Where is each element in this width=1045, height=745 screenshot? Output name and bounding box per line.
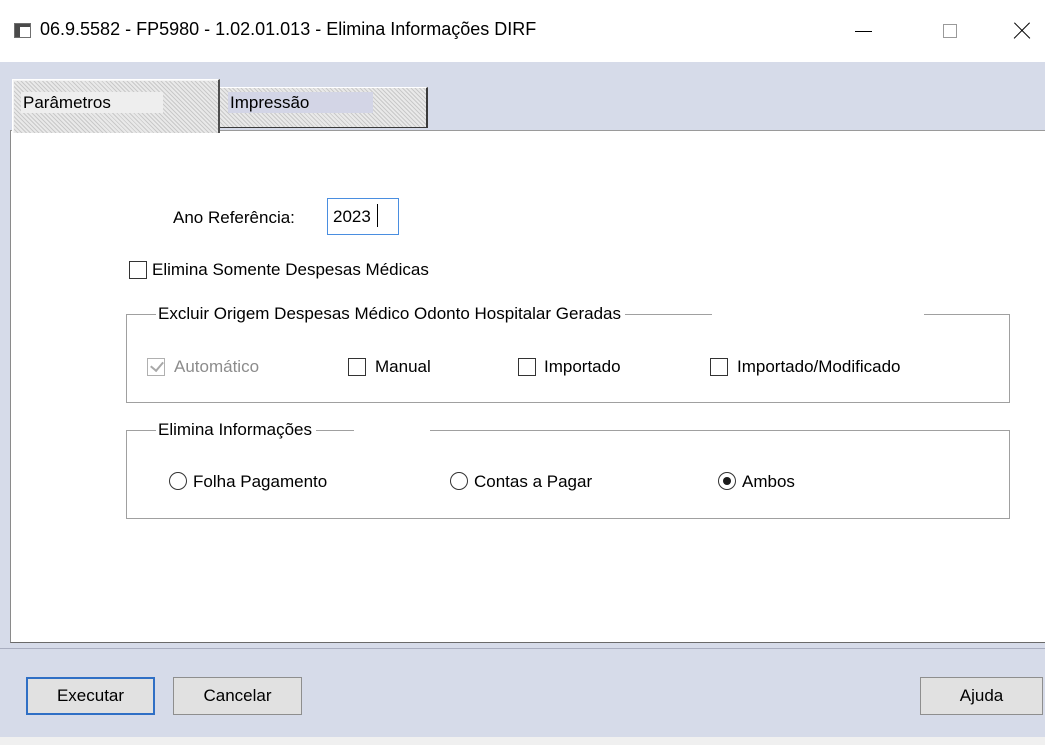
contas-a-pagar-label: Contas a Pagar <box>474 472 593 491</box>
tab-parametros[interactable]: Parâmetros <box>12 79 220 133</box>
close-icon <box>1013 22 1031 40</box>
maximize-button[interactable] <box>927 12 973 50</box>
somente-medicas-label: Elimina Somente Despesas Médicas <box>152 260 429 279</box>
minimize-icon <box>854 30 872 32</box>
importado-label: Importado <box>544 357 621 376</box>
importado-modificado-checkbox[interactable] <box>710 358 728 376</box>
elimina-group-title: Elimina Informações <box>156 420 317 440</box>
contas-a-pagar-radio[interactable] <box>450 472 468 490</box>
somente-medicas-checkbox[interactable] <box>129 261 147 279</box>
window-title: 06.9.5582 - FP5980 - 1.02.01.013 - Elimi… <box>40 19 537 39</box>
origem-group-title: Excluir Origem Despesas Médico Odonto Ho… <box>156 304 625 324</box>
radio-selected-dot <box>723 477 731 485</box>
folha-pagamento-label: Folha Pagamento <box>193 472 328 491</box>
minimize-button[interactable] <box>840 12 886 50</box>
folha-pagamento-radio[interactable] <box>169 472 187 490</box>
ajuda-button[interactable]: Ajuda <box>920 677 1043 715</box>
group-title-gap <box>712 304 924 324</box>
title-bar: 06.9.5582 - FP5980 - 1.02.01.013 - Elimi… <box>0 0 1045 62</box>
importado-modificado-label: Importado/Modificado <box>737 357 901 376</box>
tab-impressao[interactable]: Impressão <box>220 87 428 128</box>
executar-button[interactable]: Executar <box>26 677 155 715</box>
tab-parametros-label: Parâmetros <box>21 92 163 113</box>
maximize-icon <box>943 24 957 38</box>
manual-label: Manual <box>375 357 431 376</box>
automatico-checkbox[interactable] <box>147 357 165 376</box>
importado-checkbox[interactable] <box>518 358 536 376</box>
button-bar-separator <box>0 648 1045 649</box>
tab-impressao-label: Impressão <box>228 92 373 113</box>
ano-referencia-input[interactable] <box>327 198 399 235</box>
check-icon <box>150 357 164 373</box>
cancelar-button[interactable]: Cancelar <box>173 677 302 715</box>
close-button[interactable] <box>999 12 1045 50</box>
text-caret <box>377 204 378 227</box>
group-title-gap <box>354 420 430 440</box>
bottom-strip <box>0 737 1045 745</box>
ambos-label: Ambos <box>742 472 795 491</box>
ambos-radio[interactable] <box>718 472 736 490</box>
app-window-icon[interactable] <box>14 23 31 38</box>
manual-checkbox[interactable] <box>348 358 366 376</box>
automatico-label: Automático <box>174 357 260 376</box>
ano-referencia-label: Ano Referência: <box>173 208 295 227</box>
